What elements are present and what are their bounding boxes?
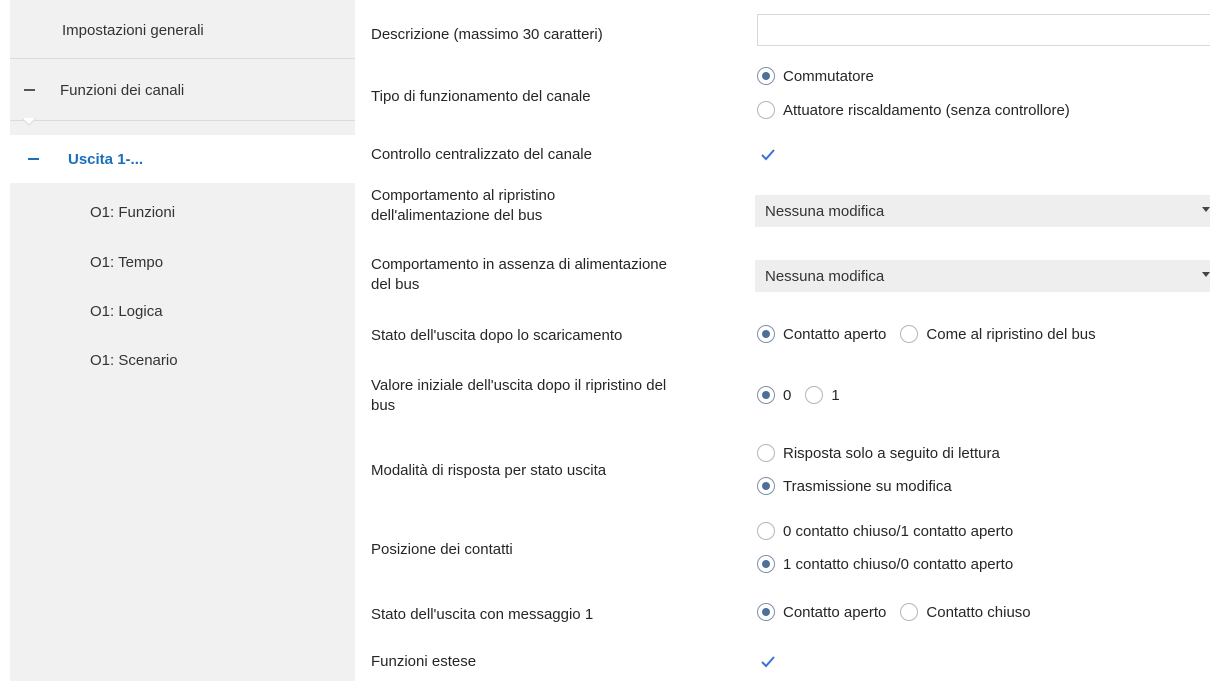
initial-value-label: Valore iniziale dell'uscita dopo il ripr… (371, 376, 666, 416)
label-line: Valore iniziale dell'uscita dopo il ripr… (371, 377, 667, 394)
label-line: dell'alimentazione del bus (371, 207, 543, 224)
option-label: Risposta solo a seguito di lettura (783, 444, 1000, 462)
bus-loss-select[interactable]: Nessuna modifica (755, 260, 1210, 292)
select-value: Nessuna modifica (765, 202, 885, 220)
description-input[interactable] (757, 14, 1210, 46)
option-label: Contatto aperto (783, 325, 887, 343)
description-label: Descrizione (massimo 30 caratteri) (371, 26, 603, 43)
radio-group: Contatto aperto Come al ripristino del b… (757, 325, 1096, 343)
sidebar-item-label: O1: Scenario (90, 351, 178, 369)
sidebar-item-o1-time[interactable]: O1: Tempo (10, 250, 355, 274)
option-label: 0 (783, 386, 792, 404)
divider (10, 120, 355, 121)
sidebar: Impostazioni generali Funzioni dei canal… (10, 0, 355, 681)
option-label: 1 contatto chiuso/0 contatto aperto (783, 555, 1014, 573)
option-label: Attuatore riscaldamento (senza controllo… (783, 101, 1070, 119)
radio-option[interactable]: Commutatore (757, 67, 874, 85)
radio-selected-icon[interactable] (757, 555, 775, 573)
sidebar-item-channel-functions[interactable]: Funzioni dei canali (10, 72, 355, 108)
sidebar-item-label: Impostazioni generali (62, 21, 204, 39)
checkmark-icon[interactable] (759, 146, 777, 164)
option-label: Trasmissione su modifica (783, 477, 952, 495)
sidebar-item-o1-scenario[interactable]: O1: Scenario (10, 348, 355, 372)
radio-group: 0 1 (757, 386, 840, 404)
sidebar-item-label: Uscita 1-... (68, 150, 144, 168)
contact-position-label: Posizione dei contatti (371, 541, 513, 558)
radio-option[interactable]: Attuatore riscaldamento (senza controllo… (757, 101, 1070, 119)
radio-unselected-icon[interactable] (900, 603, 919, 621)
parameters-panel: Descrizione (massimo 30 caratteri) Tipo … (355, 0, 1210, 681)
radio-selected-icon[interactable] (757, 67, 775, 85)
sidebar-item-o1-functions[interactable]: O1: Funzioni (10, 200, 355, 224)
collapse-icon[interactable] (24, 89, 35, 91)
radio-unselected-icon[interactable] (900, 325, 919, 343)
option-label: Contatto chiuso (926, 603, 1031, 621)
central-control-label: Controllo centralizzato del canale (371, 146, 592, 163)
select-value: Nessuna modifica (765, 267, 885, 285)
extended-functions-label: Funzioni estese (371, 653, 477, 670)
radio-option[interactable]: 1 contatto chiuso/0 contatto aperto (757, 555, 1013, 573)
radio-selected-icon[interactable] (757, 325, 775, 343)
response-mode-label: Modalità di risposta per stato uscita (371, 462, 607, 479)
label-line: bus (371, 397, 396, 414)
sidebar-item-label: O1: Logica (90, 302, 163, 320)
sidebar-item-label: Funzioni dei canali (60, 81, 185, 99)
sidebar-item-label: O1: Funzioni (90, 203, 176, 221)
radio-selected-icon[interactable] (757, 477, 775, 495)
bus-restore-label: Comportamento al ripristino dell'aliment… (371, 186, 555, 226)
sidebar-item-o1-logic[interactable]: O1: Logica (10, 299, 355, 323)
divider (10, 58, 355, 59)
radio-selected-icon[interactable] (757, 603, 775, 621)
after-download-label: Stato dell'uscita dopo lo scaricamento (371, 327, 623, 344)
sidebar-item-label: O1: Tempo (90, 253, 164, 271)
option-label: 0 contatto chiuso/1 contatto aperto (783, 522, 1014, 540)
option-label: Commutatore (783, 67, 874, 85)
collapse-icon[interactable] (28, 158, 39, 160)
radio-unselected-icon[interactable] (805, 386, 824, 404)
sidebar-item-output-1[interactable]: Uscita 1-... (10, 135, 355, 183)
option-label: Contatto aperto (783, 603, 887, 621)
radio-option[interactable]: Risposta solo a seguito di lettura (757, 444, 1000, 462)
radio-option[interactable]: Trasmissione su modifica (757, 477, 952, 495)
bus-restore-select[interactable]: Nessuna modifica (755, 195, 1210, 227)
radio-unselected-icon[interactable] (757, 522, 775, 540)
tree-notch-icon (22, 118, 36, 126)
label-line: del bus (371, 276, 420, 293)
radio-unselected-icon[interactable] (757, 101, 775, 119)
dropdown-arrow-icon (1202, 272, 1210, 277)
checkmark-icon[interactable] (759, 653, 777, 671)
radio-group: Contatto aperto Contatto chiuso (757, 603, 1031, 621)
dropdown-arrow-icon (1202, 207, 1210, 212)
option-label: 1 (831, 386, 840, 404)
channel-type-label: Tipo di funzionamento del canale (371, 88, 591, 105)
bus-loss-label: Comportamento in assenza di alimentazion… (371, 255, 667, 295)
label-line: Comportamento in assenza di alimentazion… (371, 256, 667, 273)
message1-state-label: Stato dell'uscita con messaggio 1 (371, 606, 594, 623)
radio-selected-icon[interactable] (757, 386, 775, 404)
radio-option[interactable]: 0 contatto chiuso/1 contatto aperto (757, 522, 1013, 540)
sidebar-item-general[interactable]: Impostazioni generali (10, 12, 355, 48)
option-label: Come al ripristino del bus (926, 325, 1096, 343)
radio-unselected-icon[interactable] (757, 444, 775, 462)
label-line: Comportamento al ripristino (371, 187, 556, 204)
